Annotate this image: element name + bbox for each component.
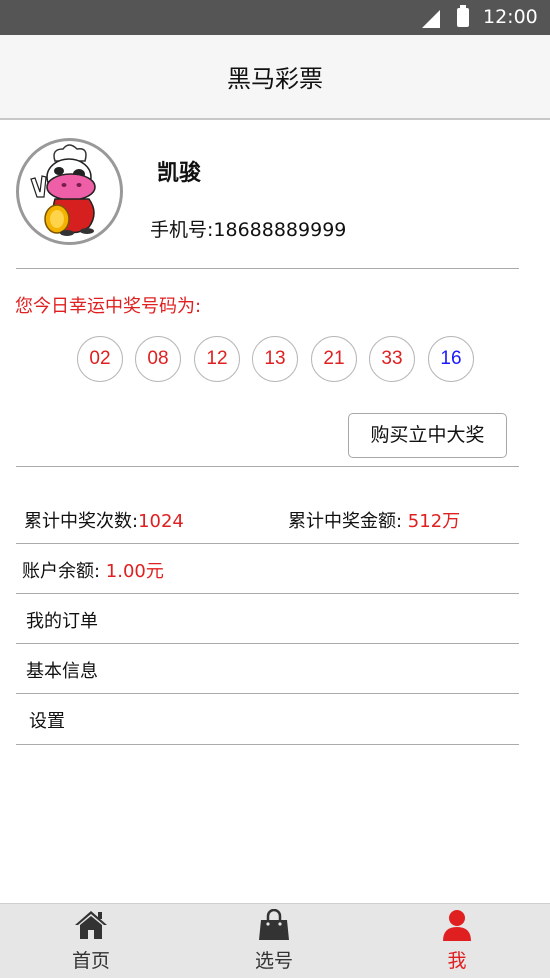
- red-ball: 02: [77, 336, 123, 382]
- menu-item-settings[interactable]: 设置: [16, 694, 519, 744]
- account-balance: 账户余额: 1.00元: [22, 557, 164, 583]
- phone-label: 手机号:: [150, 219, 214, 241]
- title-bar: 黑马彩票: [0, 35, 550, 120]
- nav-item-me[interactable]: 我: [397, 904, 517, 978]
- phone-value: 18688889999: [213, 219, 347, 241]
- red-ball: 21: [311, 336, 357, 382]
- red-ball: 12: [194, 336, 240, 382]
- phone-number: 手机号:18688889999: [150, 215, 346, 242]
- menu-item-basic-info[interactable]: 基本信息: [16, 644, 519, 693]
- battery-icon: [457, 5, 469, 27]
- blue-ball: 16: [428, 336, 474, 382]
- divider: [16, 466, 519, 467]
- divider: [16, 268, 519, 269]
- user-name: 凯骏: [157, 161, 202, 186]
- user-icon: [443, 910, 471, 941]
- balance-label: 账户余额:: [22, 561, 106, 582]
- avatar[interactable]: [16, 138, 123, 245]
- home-icon: [75, 911, 107, 939]
- divider: [16, 543, 519, 544]
- cartoon-cow-avatar-image: [30, 144, 96, 236]
- lucky-numbers-label: 您今日幸运中奖号码为:: [15, 296, 202, 317]
- signal-icon: [422, 10, 440, 28]
- nav-item-home[interactable]: 首页: [31, 904, 151, 978]
- win-count-stat: 累计中奖次数:1024: [24, 507, 184, 533]
- nav-label: 我: [447, 950, 467, 972]
- nav-item-pick-numbers[interactable]: 选号: [214, 904, 334, 978]
- win-amount-stat: 累计中奖金额: 512万: [288, 507, 460, 533]
- page-title: 黑马彩票: [227, 65, 323, 93]
- red-ball: 08: [135, 336, 181, 382]
- menu-item-label: 基本信息: [26, 661, 98, 682]
- menu-item-label: 我的订单: [26, 611, 98, 632]
- win-count-label: 累计中奖次数:: [24, 511, 139, 532]
- bottom-navigation: 首页 选号 我: [0, 903, 550, 978]
- nav-label: 选号: [254, 950, 293, 972]
- buy-lottery-button[interactable]: 购买立中大奖: [348, 413, 507, 458]
- lucky-number-balls: 02 08 12 13 21 33 16: [77, 336, 497, 382]
- win-count-value: 1024: [138, 511, 184, 532]
- win-amount-value: 512万: [407, 511, 461, 532]
- status-time: 12:00: [483, 6, 538, 28]
- menu-item-label: 设置: [29, 711, 65, 732]
- shopping-bag-icon: [259, 909, 289, 940]
- divider: [16, 744, 519, 745]
- win-amount-label: 累计中奖金额:: [288, 511, 408, 532]
- menu-item-my-orders[interactable]: 我的订单: [16, 594, 519, 643]
- balance-value: 1.00元: [105, 561, 164, 582]
- red-ball: 13: [252, 336, 298, 382]
- nav-label: 首页: [71, 950, 110, 972]
- status-bar: 12:00: [0, 0, 550, 35]
- red-ball: 33: [369, 336, 415, 382]
